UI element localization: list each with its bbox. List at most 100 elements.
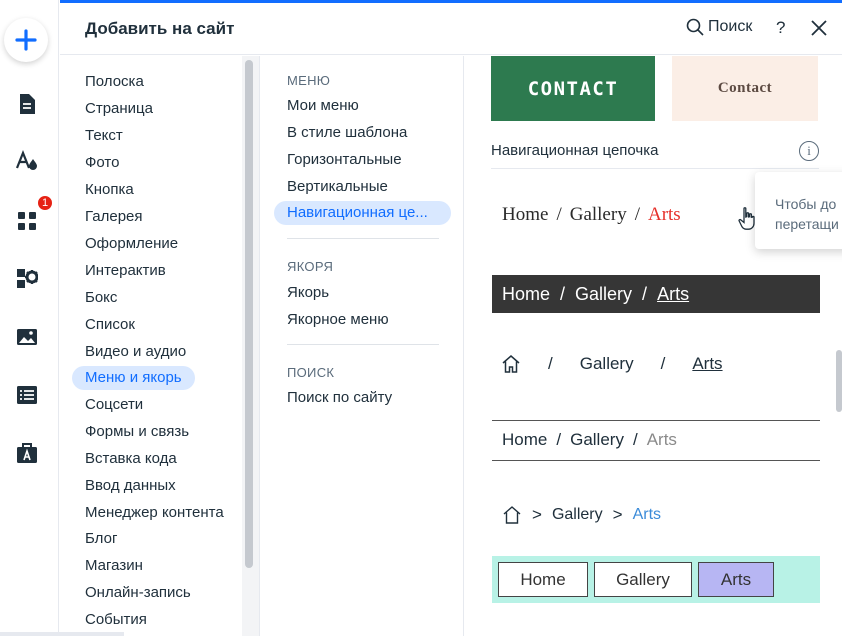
plus-icon	[15, 29, 37, 51]
sub-breadcrumbs[interactable]: Навигационная це...	[274, 201, 451, 225]
notification-badge: 1	[36, 194, 54, 212]
breadcrumb-separator: /	[556, 204, 562, 225]
category-blog[interactable]: Блог	[72, 527, 130, 551]
breadcrumb-separator: /	[634, 204, 640, 225]
sub-anchor-menu[interactable]: Якорное меню	[274, 308, 451, 332]
breadcrumb-home: Home	[498, 562, 588, 597]
page-icon	[20, 94, 35, 114]
category-booking[interactable]: Онлайн-запись	[72, 581, 204, 605]
category-box[interactable]: Бокс	[72, 286, 130, 310]
table-icon	[17, 386, 37, 404]
breadcrumb-separator: /	[632, 430, 638, 449]
breadcrumb-gallery: Gallery	[551, 506, 603, 523]
sub-template-style[interactable]: В стиле шаблона	[274, 121, 451, 145]
category-embed-code[interactable]: Вставка кода	[72, 447, 190, 471]
drag-tooltip: Чтобы до перетащи	[755, 172, 842, 249]
add-elements-button[interactable]	[4, 18, 48, 62]
category-photo[interactable]: Фото	[72, 151, 132, 175]
sub-vertical[interactable]: Вертикальные	[274, 175, 451, 199]
preview-scrollbar[interactable]	[836, 350, 842, 412]
section-divider	[491, 168, 819, 169]
breadcrumb-gallery: Gallery	[579, 354, 634, 373]
category-gallery[interactable]: Галерея	[72, 205, 156, 229]
category-cms[interactable]: Менеджер контента	[72, 501, 237, 525]
breadcrumb-gallery: Gallery	[570, 430, 624, 449]
apps-icon	[18, 212, 36, 230]
close-button[interactable]	[810, 19, 828, 37]
breadcrumb-current: Arts	[646, 430, 677, 449]
help-button[interactable]: ?	[776, 18, 785, 38]
tooltip-line-2: перетащи	[775, 216, 839, 232]
sub-my-menus[interactable]: Мои меню	[274, 94, 451, 118]
sub-site-search[interactable]: Поиск по сайту	[274, 386, 451, 410]
breadcrumb-current: Arts	[632, 506, 662, 523]
category-scrollbar[interactable]	[245, 60, 253, 568]
divider	[287, 238, 439, 239]
contact-button-peach-preview[interactable]: Contact	[672, 56, 818, 121]
category-store[interactable]: Магазин	[72, 554, 156, 578]
category-button[interactable]: Кнопка	[72, 178, 147, 202]
pages-button[interactable]	[14, 91, 40, 117]
breadcrumb-current: Arts	[698, 562, 774, 597]
media-button[interactable]	[14, 324, 40, 350]
breadcrumb-current: Arts	[657, 284, 690, 304]
breadcrumb-rule-top	[492, 420, 820, 421]
breadcrumb-separator: >	[532, 505, 542, 524]
breadcrumb-home: Home	[502, 430, 548, 449]
apps-button[interactable]	[14, 208, 40, 234]
left-rail: 1	[0, 0, 59, 636]
breadcrumb-separator: /	[556, 430, 562, 449]
business-button[interactable]	[14, 266, 40, 292]
info-icon[interactable]: i	[799, 141, 819, 161]
breadcrumb-gallery: Gallery	[594, 562, 692, 597]
breadcrumb-separator: /	[560, 284, 566, 304]
category-page[interactable]: Страница	[72, 97, 166, 121]
search-icon	[686, 18, 704, 36]
breadcrumb-preview-boxed[interactable]: Home Gallery Arts	[492, 556, 820, 603]
breadcrumb-home: Home	[502, 204, 549, 225]
close-icon	[811, 20, 827, 36]
breadcrumb-separator: /	[548, 354, 553, 373]
category-events[interactable]: События	[72, 608, 160, 632]
category-social[interactable]: Соцсети	[72, 393, 156, 417]
breadcrumb-preview-serif[interactable]: Home / Gallery / Arts	[502, 204, 681, 226]
section-title: Навигационная цепочка	[491, 142, 659, 159]
breadcrumb-current: Arts	[647, 204, 681, 225]
breadcrumb-preview-lined[interactable]: Home / Gallery / Arts	[502, 430, 677, 450]
category-video-audio[interactable]: Видео и аудио	[72, 340, 199, 364]
subcategory-list: МЕНЮ Мои меню В стиле шаблона Горизонтал…	[261, 56, 464, 636]
category-list-item[interactable]: Список	[72, 313, 148, 337]
category-text[interactable]: Текст	[72, 124, 136, 148]
search-button[interactable]: Поиск	[686, 18, 752, 36]
category-data-input[interactable]: Ввод данных	[72, 474, 189, 498]
panel-title: Добавить на сайт	[85, 19, 235, 38]
search-heading: ПОИСК	[287, 365, 335, 380]
design-button[interactable]	[14, 148, 40, 174]
tooltip-line-1: Чтобы до	[775, 196, 837, 212]
briefcase-icon	[17, 443, 37, 463]
design-icon	[15, 150, 37, 170]
panel-header: Добавить на сайт Поиск ?	[60, 3, 842, 55]
category-interactive[interactable]: Интерактив	[72, 259, 179, 283]
image-icon	[17, 329, 37, 345]
cms-button[interactable]	[14, 382, 40, 408]
category-forms[interactable]: Формы и связь	[72, 420, 202, 444]
breadcrumb-preview-home-icon[interactable]: / Gallery / Arts	[501, 354, 723, 374]
sub-anchor[interactable]: Якорь	[274, 281, 451, 305]
menu-heading: МЕНЮ	[287, 73, 331, 88]
category-list: Полоска Страница Текст Фото Кнопка Галер…	[60, 56, 260, 636]
portfolio-button[interactable]	[14, 440, 40, 466]
category-decor[interactable]: Оформление	[72, 232, 191, 256]
home-icon	[503, 506, 521, 524]
puzzle-icon	[17, 269, 38, 288]
sub-horizontal[interactable]: Горизонтальные	[274, 148, 451, 172]
breadcrumb-preview-arrows[interactable]: > Gallery > Arts	[502, 505, 661, 525]
breadcrumb-current: Arts	[692, 354, 723, 373]
category-menu-anchor[interactable]: Меню и якорь	[72, 366, 195, 390]
breadcrumb-preview-dark[interactable]: Home / Gallery / Arts	[492, 275, 820, 313]
contact-button-green-preview[interactable]: CONTACT	[491, 56, 655, 121]
breadcrumb-home: Home	[502, 284, 551, 304]
search-label: Поиск	[708, 18, 753, 35]
category-strip[interactable]: Полоска	[72, 70, 157, 94]
home-icon	[502, 355, 520, 373]
